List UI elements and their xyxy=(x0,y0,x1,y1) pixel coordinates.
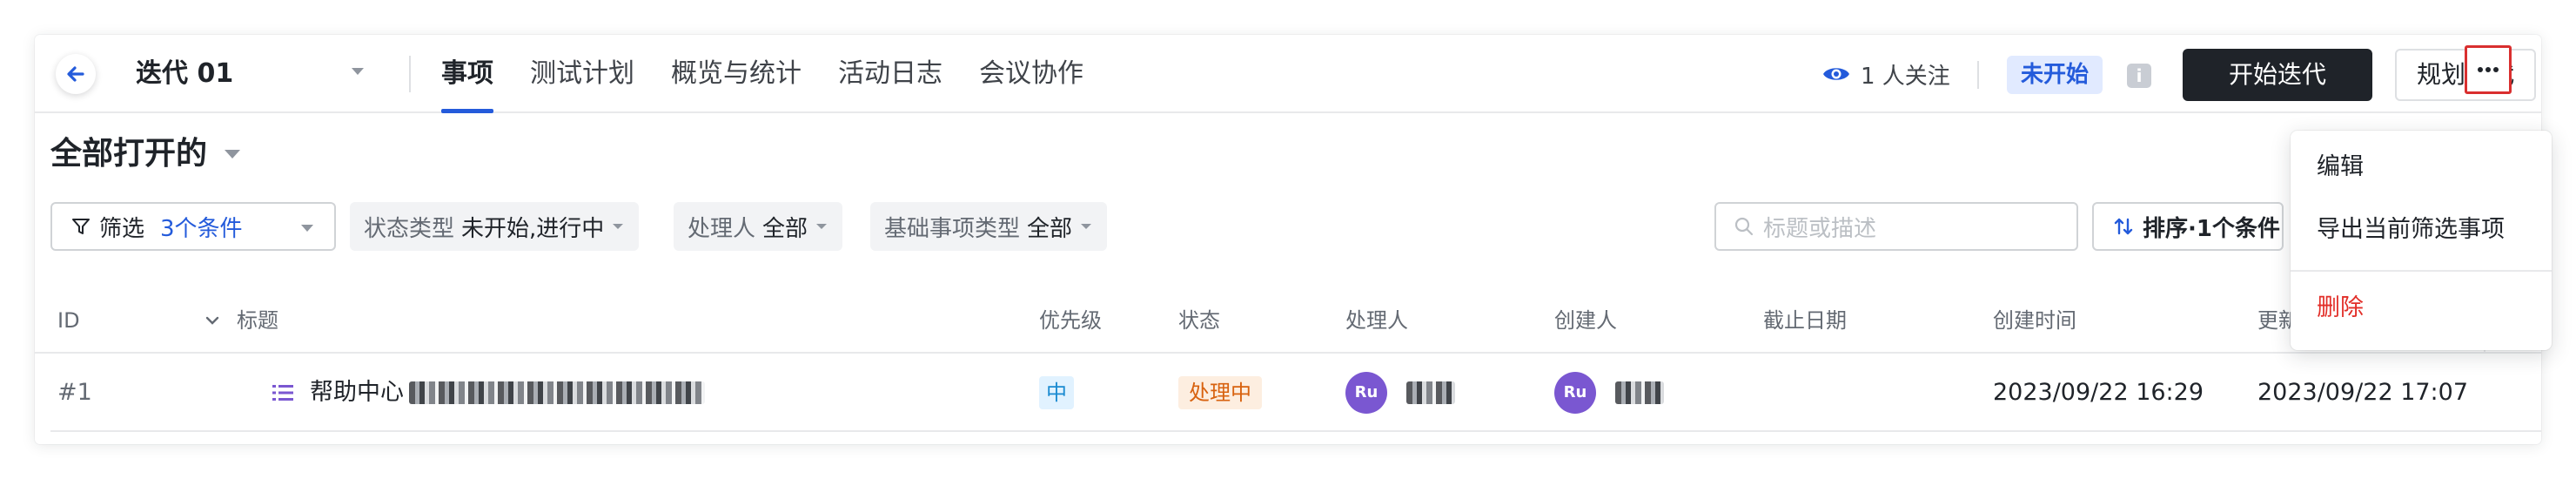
column-header-title[interactable]: 标题 xyxy=(237,287,278,354)
caret-down-icon xyxy=(613,224,624,229)
filter-chip-status-type[interactable]: 状态类型 未开始,进行中 xyxy=(350,202,640,251)
start-iteration-button[interactable]: 开始迭代 xyxy=(2183,49,2372,101)
more-horizontal-icon xyxy=(2478,67,2499,72)
chip-value: 全部 xyxy=(1027,215,1073,242)
filter-count: 3个条件 xyxy=(160,215,243,242)
chip-key: 处理人 xyxy=(688,215,756,242)
watchers[interactable]: 1 人关注 xyxy=(1822,56,1950,92)
row-updated-at: 2023/09/22 17:07 xyxy=(2257,379,2469,406)
search-input[interactable]: 标题或描述 xyxy=(1714,202,2078,251)
column-header-due-date[interactable]: 截止日期 xyxy=(1763,287,1847,354)
column-header-priority[interactable]: 优先级 xyxy=(1039,287,1102,354)
view-selector[interactable]: 全部打开的 xyxy=(50,132,242,176)
more-menu: 编辑 导出当前筛选事项 删除 xyxy=(2291,131,2552,350)
row-state-cell[interactable]: 处理中 xyxy=(1178,354,1262,432)
divider xyxy=(1977,61,1979,89)
tab-bar: 事项 测试计划 概览与统计 活动日志 会议协作 xyxy=(423,35,1102,113)
state-badge: 处理中 xyxy=(1178,376,1262,409)
redacted-text xyxy=(1615,381,1664,404)
menu-item-export[interactable]: 导出当前筛选事项 xyxy=(2317,213,2505,247)
priority-badge: 中 xyxy=(1039,376,1074,409)
sort-icon xyxy=(2114,218,2133,235)
caret-down-icon xyxy=(1081,224,1092,229)
filter-label: 筛选 xyxy=(99,215,145,242)
status-badge: 未开始 xyxy=(2007,56,2103,94)
info-icon[interactable]: i xyxy=(2127,64,2151,88)
row-creator-cell[interactable]: Ru xyxy=(1554,354,1664,432)
row-title-cell[interactable]: 帮助中心 xyxy=(272,354,705,432)
tab-overview-stats[interactable]: 概览与统计 xyxy=(653,35,820,113)
view-title: 全部打开的 xyxy=(50,136,208,172)
watchers-label: 1 人关注 xyxy=(1861,63,1950,90)
avatar: Ru xyxy=(1554,372,1596,414)
chevron-down-icon[interactable] xyxy=(205,315,219,326)
column-header-created-at[interactable]: 创建时间 xyxy=(1993,287,2076,354)
tab-test-plan[interactable]: 测试计划 xyxy=(512,35,653,113)
chip-value: 未开始,进行中 xyxy=(461,215,605,242)
caret-down-icon xyxy=(225,150,241,159)
iteration-name[interactable]: 迭代 01 xyxy=(136,56,233,92)
row-assignee-cell[interactable]: Ru xyxy=(1345,354,1455,432)
menu-item-delete[interactable]: 删除 xyxy=(2317,291,2364,326)
menu-item-edit[interactable]: 编辑 xyxy=(2317,150,2364,185)
row-created-at: 2023/09/22 16:29 xyxy=(1993,379,2204,406)
top-bar: 迭代 01 事项 测试计划 概览与统计 活动日志 会议协作 1 人关注 未开始 … xyxy=(35,35,2541,113)
filter-button[interactable]: 筛选 3个条件 xyxy=(50,202,336,251)
list-icon xyxy=(272,385,293,401)
filter-chip-assignee[interactable]: 处理人 全部 xyxy=(674,202,843,251)
back-button[interactable] xyxy=(56,54,96,94)
search-placeholder: 标题或描述 xyxy=(1763,215,1877,242)
avatar: Ru xyxy=(1345,372,1387,414)
tab-activity-log[interactable]: 活动日志 xyxy=(820,35,961,113)
row-title: 帮助中心 xyxy=(310,379,404,406)
caret-down-icon xyxy=(816,224,828,229)
table-row[interactable]: #1 帮助中心 中 处理中 Ru Ru 2023/09/22 16:29 202… xyxy=(50,354,2541,432)
table-header: ID 标题 优先级 状态 处理人 创建人 截止日期 创建时间 更新时间 xyxy=(35,287,2541,354)
divider xyxy=(409,56,411,92)
filter-chip-item-type[interactable]: 基础事项类型 全部 xyxy=(870,202,1108,251)
tab-items[interactable]: 事项 xyxy=(423,35,512,113)
redacted-text xyxy=(1406,381,1455,404)
column-header-state[interactable]: 状态 xyxy=(1178,287,1220,354)
redacted-text xyxy=(409,381,705,404)
column-header-id[interactable]: ID xyxy=(57,287,80,354)
row-priority-cell[interactable]: 中 xyxy=(1039,354,1074,432)
more-button[interactable] xyxy=(2465,45,2512,94)
caret-down-icon[interactable] xyxy=(350,66,366,77)
sort-label: 排序·1个条件 xyxy=(2143,215,2280,242)
chip-value: 全部 xyxy=(762,215,808,242)
search-icon xyxy=(1734,217,1754,236)
row-id: #1 xyxy=(57,379,92,406)
iteration-panel: 迭代 01 事项 测试计划 概览与统计 活动日志 会议协作 1 人关注 未开始 … xyxy=(35,35,2552,444)
menu-divider xyxy=(2291,270,2552,272)
funnel-icon xyxy=(72,219,90,234)
column-header-creator[interactable]: 创建人 xyxy=(1554,287,1617,354)
column-header-assignee[interactable]: 处理人 xyxy=(1345,287,1408,354)
chip-key: 状态类型 xyxy=(364,215,455,242)
caret-down-icon xyxy=(301,225,313,232)
arrow-left-icon xyxy=(67,66,84,82)
eye-icon xyxy=(1823,68,1849,80)
chip-key: 基础事项类型 xyxy=(884,215,1021,242)
sort-button[interactable]: 排序·1个条件 xyxy=(2092,202,2284,251)
tab-meeting[interactable]: 会议协作 xyxy=(961,35,1102,113)
